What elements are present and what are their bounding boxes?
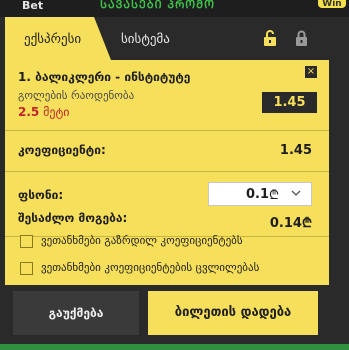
coefficient-row: კოეფიციენტი: 1.45 bbox=[5, 131, 329, 172]
lock-icon[interactable] bbox=[295, 30, 308, 46]
stake-input[interactable]: 0.1 ₾ bbox=[208, 182, 312, 206]
tab-system[interactable]: სისტემა bbox=[111, 17, 211, 60]
action-bar: გაუქმება ბილეთის დადება bbox=[5, 285, 329, 344]
scrollbar-track bbox=[333, 17, 349, 344]
accept-odds-change-option[interactable]: ვეთანხმები კოეფიციენტების ცვლილებას bbox=[5, 257, 329, 281]
stake-amount: 0.1 bbox=[245, 187, 269, 202]
selection-odds: 1.45 bbox=[262, 92, 317, 113]
win-badge: Win bbox=[318, 0, 346, 9]
possible-win-label: შესაძლო მოგება: bbox=[18, 211, 128, 225]
promo-marquee: ᲡᲐᲕᲐᲡᲔᲑᲘ ᲞᲠᲝᲛᲝ bbox=[100, 0, 216, 11]
stake-label: ფსონი: bbox=[18, 188, 64, 202]
selection-value: 2.5 bbox=[18, 105, 40, 119]
remove-selection-button[interactable]: × bbox=[305, 66, 317, 78]
bet-tab[interactable]: Bet bbox=[22, 0, 43, 12]
place-bet-button[interactable]: ბილეთის დადება bbox=[148, 291, 318, 335]
selection: 2.5 მეტი bbox=[18, 105, 70, 119]
top-bar: Bet ᲡᲐᲕᲐᲡᲔᲑᲘ ᲞᲠᲝᲛᲝ Win bbox=[0, 0, 349, 17]
coefficient-label: კოეფიციენტი: bbox=[18, 143, 106, 157]
market-name: გოლების რაოდენობა bbox=[18, 89, 135, 102]
event-name: 1. ბალიკლერი - ინსტიტუტე bbox=[18, 70, 191, 84]
tab-express-label: ექსპრესი bbox=[24, 32, 82, 47]
accept-higher-odds-label: ვეთანხმები გაზრდილ კოეფიციენტებს bbox=[41, 234, 243, 247]
bet-type-tabs: ექსპრესი სისტემა bbox=[5, 17, 329, 60]
chevron-down-icon[interactable] bbox=[291, 190, 301, 196]
currency-icon: ₾ bbox=[269, 188, 280, 203]
selection-label: მეტი bbox=[43, 105, 70, 119]
checkbox[interactable] bbox=[20, 235, 33, 248]
bet-selection: 1. ბალიკლერი - ინსტიტუტე გოლების რაოდენო… bbox=[5, 60, 329, 131]
coefficient-value: 1.45 bbox=[279, 143, 312, 158]
tab-system-label: სისტემა bbox=[121, 32, 170, 47]
bet-slip: ექსპრესი სისტემა 1. ბალიკლერი - ინსტიტუტ… bbox=[5, 17, 329, 344]
bottom-bar bbox=[0, 344, 349, 350]
cancel-button[interactable]: გაუქმება bbox=[13, 291, 139, 335]
possible-win-value: 0.14₾ bbox=[269, 216, 312, 231]
accept-odds-change-label: ვეთანხმები კოეფიციენტების ცვლილებას bbox=[41, 261, 260, 274]
checkbox[interactable] bbox=[20, 262, 33, 275]
unlock-icon[interactable] bbox=[263, 30, 277, 46]
tab-express[interactable]: ექსპრესი bbox=[5, 17, 111, 60]
accept-higher-odds-option[interactable]: ვეთანხმები გაზრდილ კოეფიციენტებს bbox=[5, 230, 329, 254]
stake-row: ფსონი: 0.1 ₾ bbox=[5, 172, 329, 207]
